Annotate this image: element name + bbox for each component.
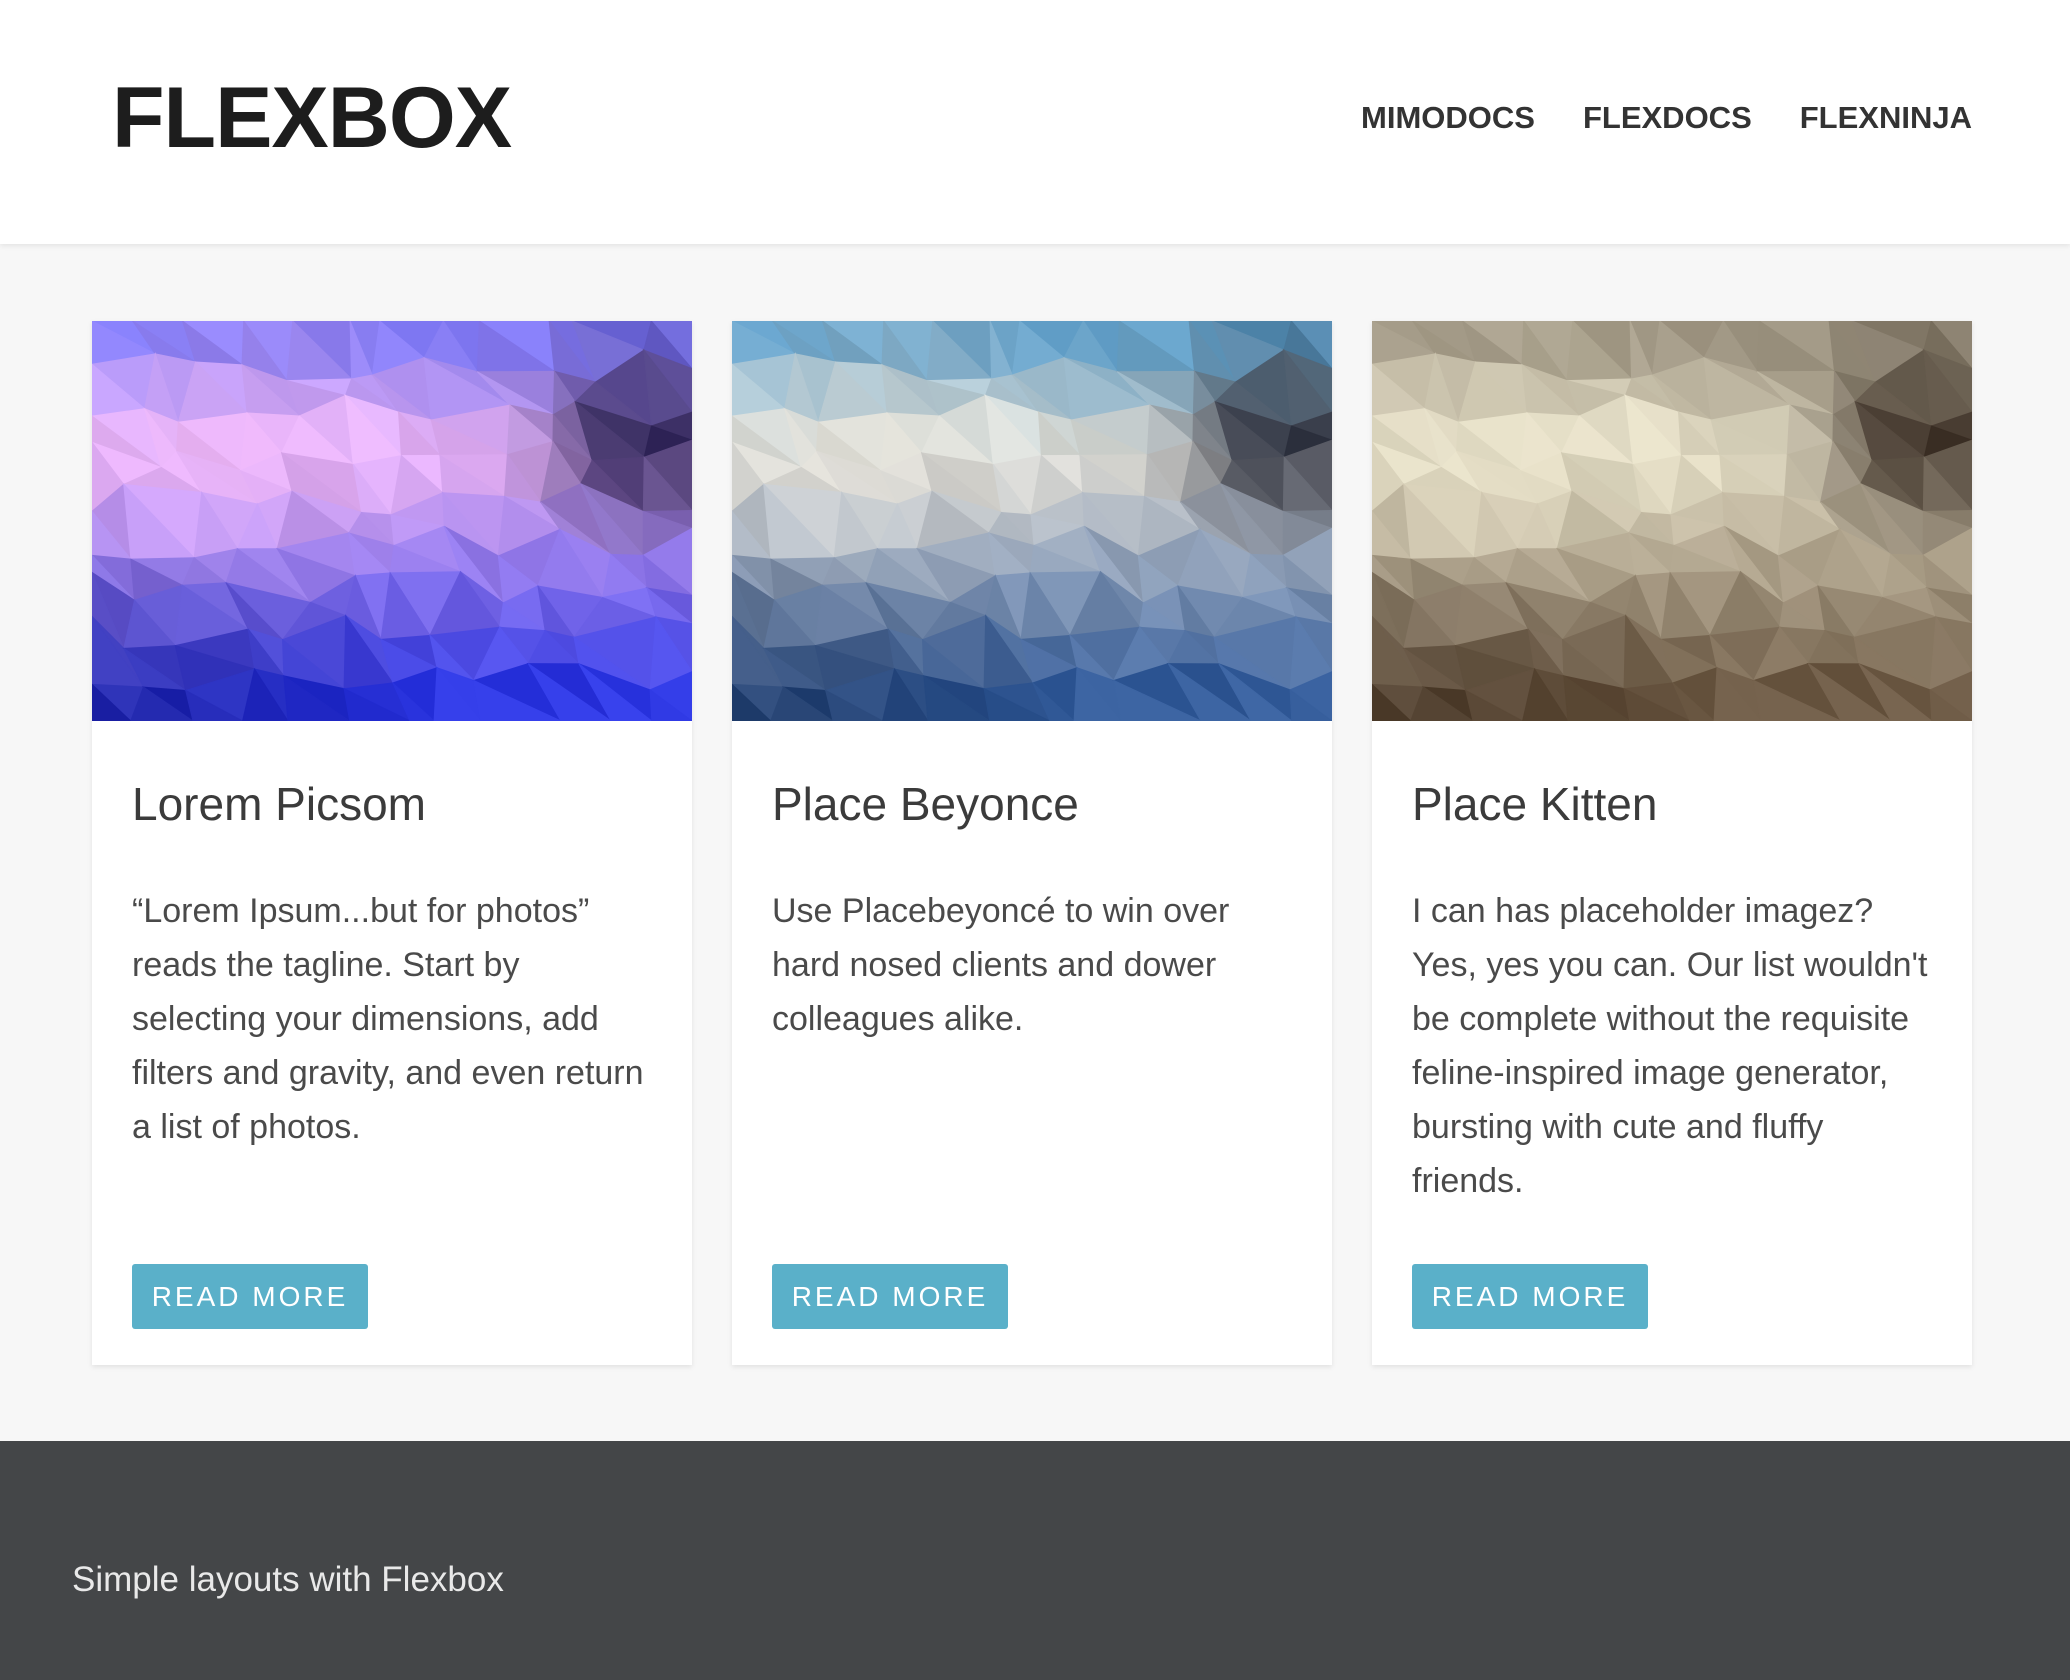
card-image (732, 321, 1332, 721)
card-place-beyonce: Place Beyonce Use Placebeyoncé to win ov… (732, 321, 1332, 1365)
nav-link-flexdocs[interactable]: FLEXDOCS (1583, 98, 1752, 138)
card-description: “Lorem Ipsum...but for photos” reads the… (132, 892, 644, 1146)
mosaic-photo (1372, 321, 1972, 721)
card-description: Use Placebeyoncé to win over hard nosed … (772, 892, 1230, 1038)
mosaic-photo (92, 321, 692, 721)
card-lorem-picsom: Lorem Picsom “Lorem Ipsum...but for phot… (92, 321, 692, 1365)
card-title: Place Beyonce (772, 778, 1079, 830)
card-list: Lorem Picsom “Lorem Ipsum...but for phot… (92, 321, 1972, 1365)
read-more-button[interactable]: READ MORE (1412, 1264, 1648, 1329)
card-description: I can has placeholder imagez? Yes, yes y… (1412, 892, 1928, 1200)
card-title: Lorem Picsom (132, 778, 426, 830)
card-title: Place Kitten (1412, 778, 1658, 830)
read-more-button[interactable]: READ MORE (772, 1264, 1008, 1329)
nav-link-flexninja[interactable]: FLEXNINJA (1800, 98, 1972, 138)
site-logo[interactable]: FLEXBOX (112, 70, 512, 166)
site-header: FLEXBOX MIMODOCS FLEXDOCS FLEXNINJA (0, 0, 2070, 244)
nav-link-mimodocs[interactable]: MIMODOCS (1361, 98, 1535, 138)
mosaic-photo (732, 321, 1332, 721)
footer-tagline: Simple layouts with Flexbox (72, 1560, 504, 1599)
card-place-kitten: Place Kitten I can has placeholder image… (1372, 321, 1972, 1365)
main-nav: MIMODOCS FLEXDOCS FLEXNINJA (1361, 98, 1972, 138)
read-more-button[interactable]: READ MORE (132, 1264, 368, 1329)
main-content: Lorem Picsom “Lorem Ipsum...but for phot… (0, 244, 2070, 1441)
site-footer: Simple layouts with Flexbox (0, 1441, 2070, 1680)
card-image (1372, 321, 1972, 721)
card-image (92, 321, 692, 721)
